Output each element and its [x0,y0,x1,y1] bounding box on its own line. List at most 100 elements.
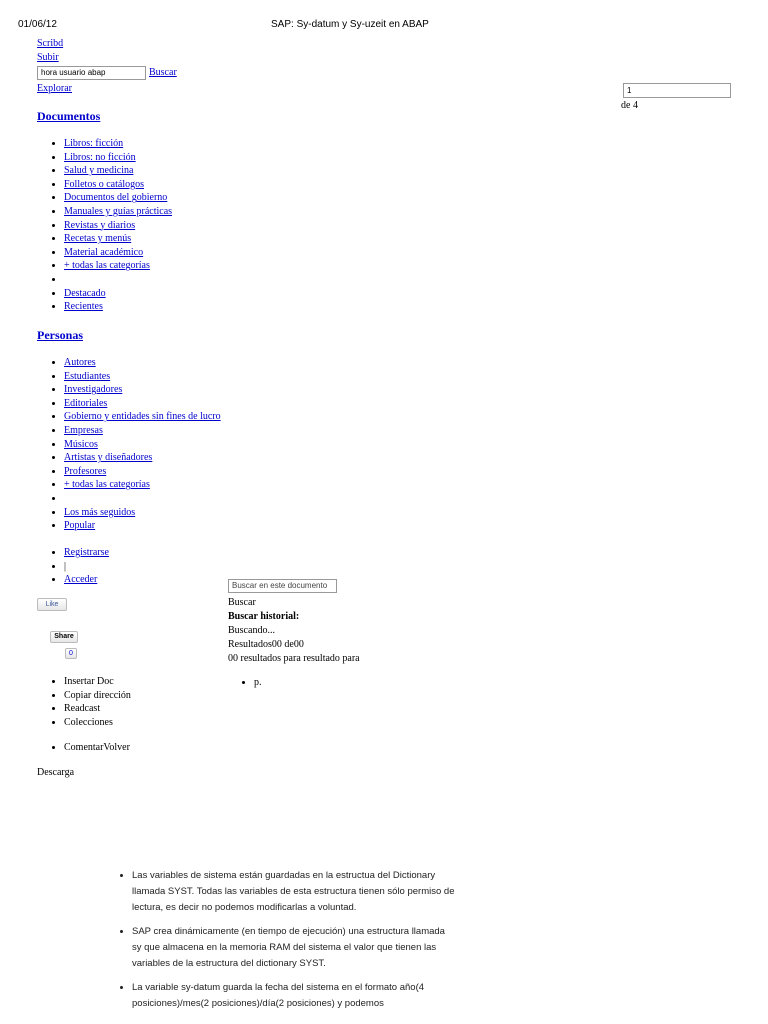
doc-search-button[interactable]: Buscar [228,596,256,610]
featured-link[interactable]: Destacado [64,288,106,299]
share-button[interactable]: Share [50,631,78,643]
download-label[interactable]: Descarga [37,766,74,780]
list-item: ComentarVolver [64,741,130,755]
doc-search-input[interactable]: Buscar en este documento [228,579,337,593]
list-item: Artistas y diseñadores [64,451,221,465]
list-item: Salud y medicina [64,164,172,178]
list-item: Revistas y diarios [64,219,172,233]
comment-back-action[interactable]: ComentarVolver [64,742,130,753]
list-item: Editoriales [64,397,221,411]
collections-action[interactable]: Colecciones [64,717,113,728]
category-link[interactable]: Salud y medicina [64,165,133,176]
recent-link[interactable]: Recientes [64,301,103,312]
list-item: Autores [64,356,221,370]
category-link[interactable]: Libros: ficción [64,138,123,149]
people-link[interactable]: Investigadores [64,384,122,395]
people-link[interactable]: Músicos [64,439,98,450]
share-count: 0 [65,648,77,659]
category-link[interactable]: Revistas y diarios [64,220,135,231]
list-item: + todas las categorías [64,478,221,492]
search-input[interactable]: hora usuario abap [37,66,146,80]
list-item: SAP crea dinámicamente (en tiempo de eje… [132,924,456,972]
results-for: 00 resultados para resultado para [228,653,360,664]
category-link[interactable]: + todas las categorías [64,260,150,271]
subir-link[interactable]: Subir [37,52,59,63]
category-link[interactable]: Libros: no ficción [64,152,136,163]
separator: | [64,560,67,572]
searching-status: Buscando... [228,625,275,636]
category-link[interactable]: Folletos o catálogos [64,179,144,190]
doc-search-placeholder: Buscar en este documento [232,581,328,590]
people-link[interactable]: + todas las categorías [64,479,150,490]
empty-list-item [64,492,221,506]
list-item: Las variables de sistema están guardadas… [132,868,456,916]
list-item: La variable sy-datum guarda la fecha del… [132,980,456,1012]
document-content: Las variables de sistema están guardadas… [116,868,456,1020]
category-link[interactable]: Documentos del gobierno [64,192,167,203]
search-history-label: Buscar historial: [228,611,300,622]
list-item: Empresas [64,424,221,438]
people-link[interactable]: Empresas [64,425,103,436]
result-item[interactable]: p. [254,677,262,688]
page-title: SAP: Sy-datum y Sy-uzeit en ABAP [271,19,429,30]
page-count: de 4 [621,100,638,111]
list-item: Manuales y guías prácticas [64,205,172,219]
personas-list: Autores Estudiantes Investigadores Edito… [48,356,221,533]
list-item: Gobierno y entidades sin fines de lucro [64,410,221,424]
category-link[interactable]: Material académico [64,247,143,258]
empty-list-item [64,273,172,287]
most-followed-link[interactable]: Los más seguidos [64,507,135,518]
list-item: Folletos o catálogos [64,178,172,192]
list-item: Músicos [64,438,221,452]
doc-actions-list: Insertar Doc Copiar dirección Readcast C… [48,675,131,729]
comment-list: ComentarVolver [48,741,130,755]
list-item: p. [254,676,262,690]
explorar-link[interactable]: Explorar [37,83,72,94]
list-item: Colecciones [64,716,131,730]
share-label: Share [54,633,74,640]
list-item: Libros: no ficción [64,151,172,165]
list-item: Readcast [64,702,131,716]
like-label: Like [45,601,59,608]
account-list: Registrarse | Acceder [48,546,109,587]
copy-link-action[interactable]: Copiar dirección [64,690,131,701]
list-item: Material académico [64,246,172,260]
list-item: Recetas y menús [64,232,172,246]
people-link[interactable]: Estudiantes [64,371,110,382]
category-link[interactable]: Manuales y guías prácticas [64,206,172,217]
list-item: Profesores [64,465,221,479]
results-count: Resultados00 de00 [228,639,304,650]
scribd-link[interactable]: Scribd [37,38,63,49]
login-link[interactable]: Acceder [64,574,97,585]
category-link[interactable]: Recetas y menús [64,233,131,244]
people-link[interactable]: Gobierno y entidades sin fines de lucro [64,411,221,422]
results-list: p. [238,676,262,690]
list-item: | [64,560,109,574]
list-item: Investigadores [64,383,221,397]
readcast-action[interactable]: Readcast [64,703,100,714]
people-link[interactable]: Profesores [64,466,106,477]
list-item: Registrarse [64,546,109,560]
personas-heading[interactable]: Personas [37,328,83,343]
page-number-value: 1 [627,86,632,95]
documentos-list: Libros: ficción Libros: no ficción Salud… [48,137,172,314]
list-item: Estudiantes [64,370,221,384]
embed-doc-action[interactable]: Insertar Doc [64,676,114,687]
documentos-heading[interactable]: Documentos [37,109,100,124]
list-item: Acceder [64,573,109,587]
people-link[interactable]: Autores [64,357,96,368]
people-link[interactable]: Artistas y diseñadores [64,452,152,463]
document-bullet-list: Las variables de sistema están guardadas… [116,868,456,1012]
popular-link[interactable]: Popular [64,520,95,531]
list-item: + todas las categorías [64,259,172,273]
print-date: 01/06/12 [18,19,57,30]
like-button[interactable]: Like [37,598,67,611]
list-item: Copiar dirección [64,689,131,703]
register-link[interactable]: Registrarse [64,547,109,558]
page-number-input[interactable]: 1 [623,83,731,98]
buscar-link[interactable]: Buscar [149,67,177,78]
list-item: Los más seguidos [64,506,221,520]
list-item: Destacado [64,287,172,301]
people-link[interactable]: Editoriales [64,398,107,409]
search-input-value: hora usuario abap [41,68,106,77]
